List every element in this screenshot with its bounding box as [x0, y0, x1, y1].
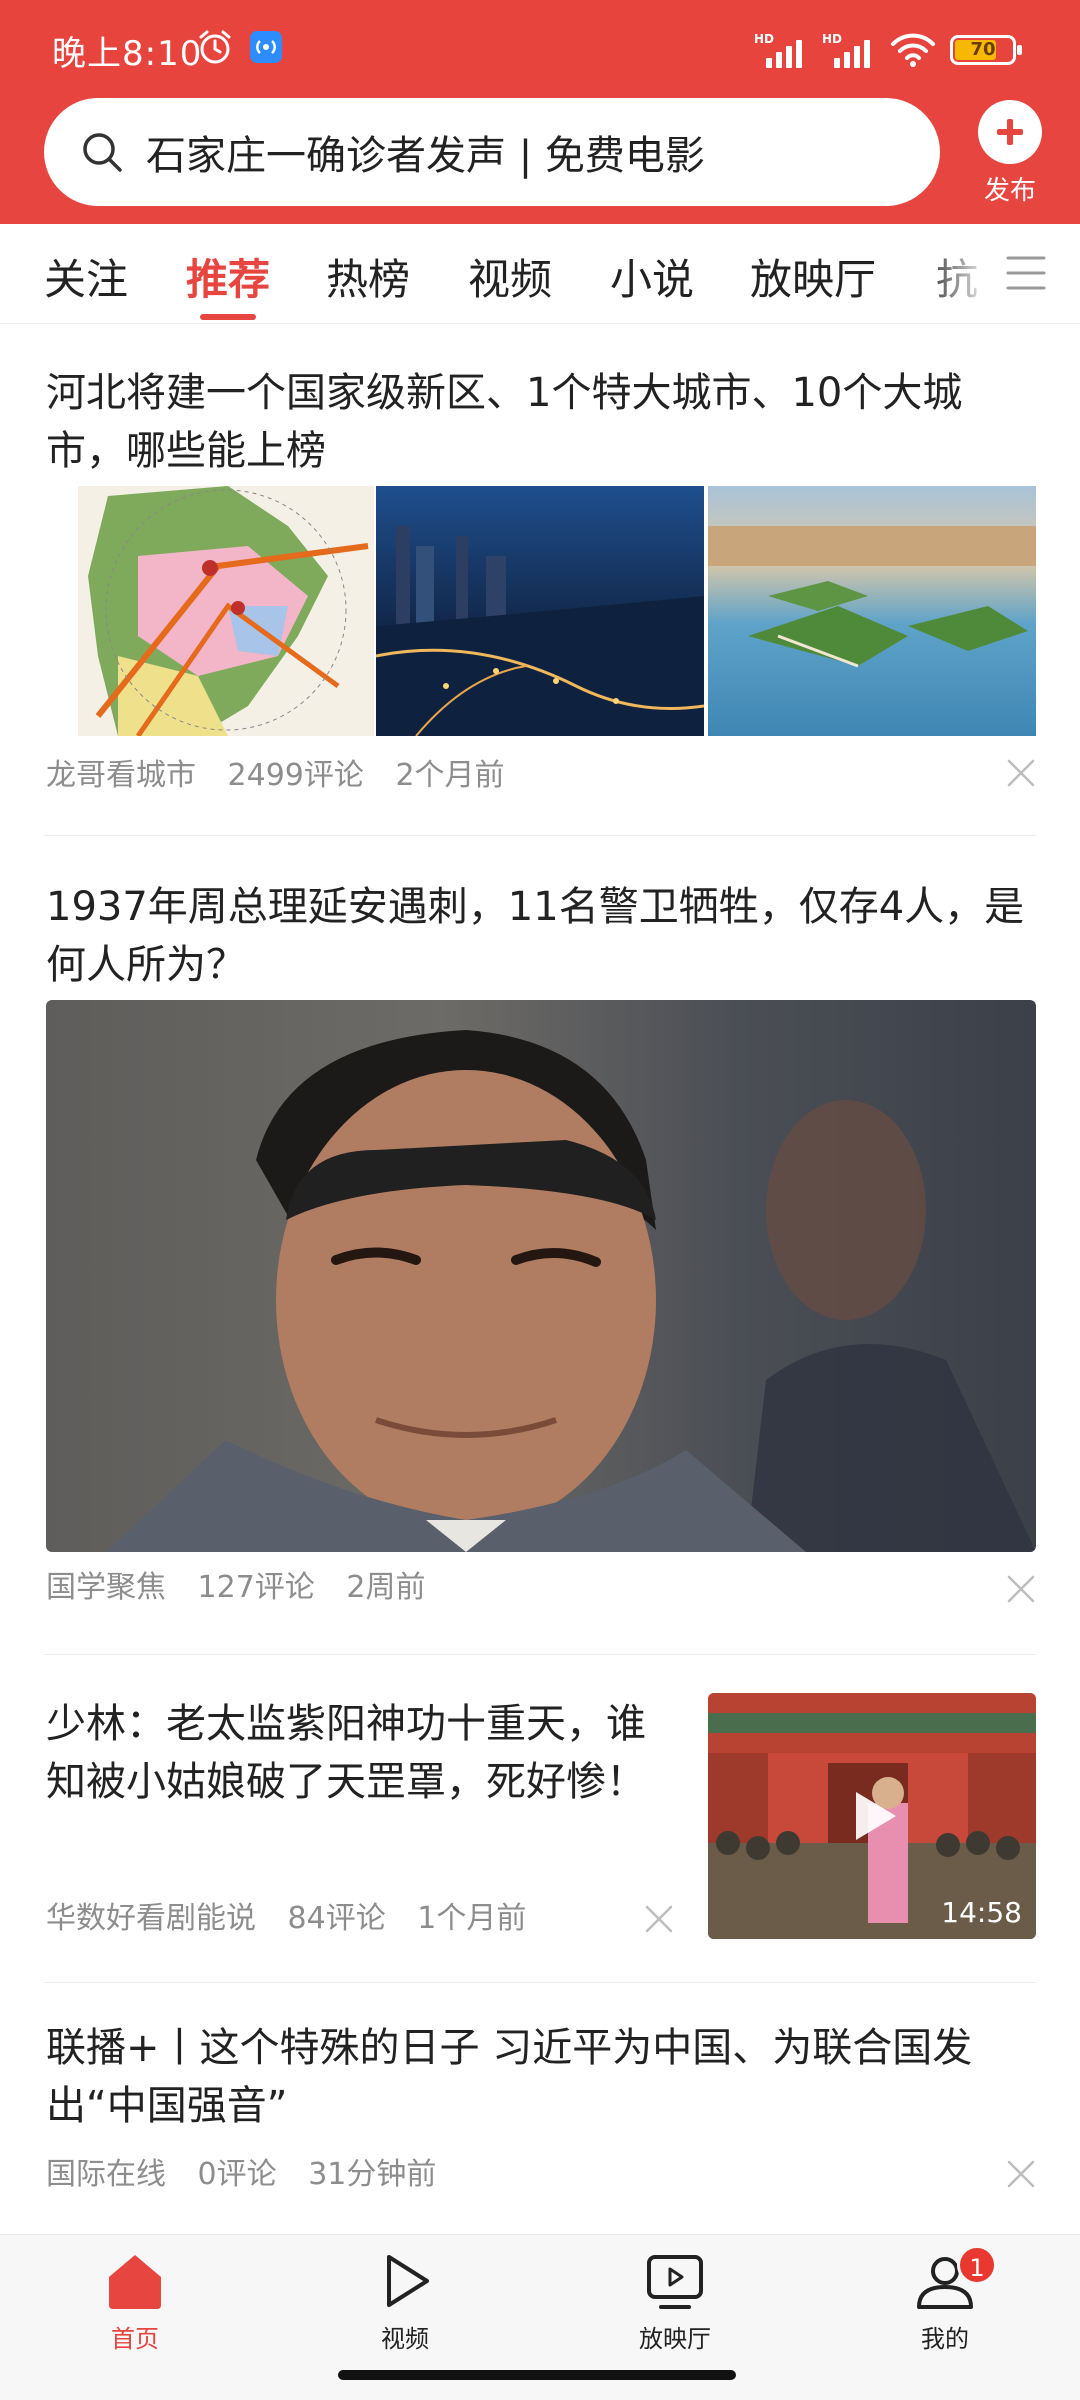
plus-icon: [978, 100, 1042, 164]
tab-video[interactable]: 视频: [468, 246, 552, 307]
article-card[interactable]: 联播+丨这个特殊的日子 习近平为中国、为联合国发出“中国强音” 国际在线 0评论…: [0, 1983, 1080, 2233]
dismiss-icon[interactable]: [1006, 1574, 1036, 1604]
nav-theater[interactable]: 放映厅: [615, 2249, 735, 2354]
article-source[interactable]: 龙哥看城市: [46, 758, 196, 793]
tab-novel[interactable]: 小说: [610, 246, 694, 307]
publish-button[interactable]: 发布: [970, 100, 1050, 208]
tabs-fade: [920, 224, 1080, 322]
signal-icon: HD: [754, 32, 808, 68]
nav-video[interactable]: 视频: [345, 2249, 465, 2354]
nav-home[interactable]: 首页: [75, 2249, 195, 2354]
article-source[interactable]: 国际在线: [46, 2157, 166, 2192]
article-meta: 华数好看剧能说 84评论 1个月前: [46, 1893, 548, 1937]
article-source[interactable]: 华数好看剧能说: [46, 1901, 256, 1936]
dismiss-icon[interactable]: [1006, 758, 1036, 788]
lake-island-image[interactable]: [708, 486, 1036, 736]
play-icon[interactable]: [842, 1786, 902, 1846]
city-night-image[interactable]: [376, 486, 704, 736]
search-icon: [83, 133, 122, 172]
article-card[interactable]: 河北将建一个国家级新区、1个特大城市、10个大城市，哪些能上榜 龙哥看城市 24…: [0, 324, 1080, 836]
notification-badge: 1: [957, 2245, 997, 2285]
battery-level: 70: [970, 39, 996, 60]
article-meta: 国际在线 0评论 31分钟前: [46, 2149, 458, 2193]
tab-hot-list[interactable]: 热榜: [326, 246, 410, 307]
nav-profile[interactable]: 1 我的: [885, 2245, 1005, 2354]
theater-icon: [647, 2255, 703, 2309]
article-time: 31分钟前: [308, 2157, 437, 2192]
dismiss-icon[interactable]: [644, 1904, 674, 1934]
publish-label: 发布: [983, 176, 1036, 206]
article-title[interactable]: 河北将建一个国家级新区、1个特大城市、10个大城市，哪些能上榜: [46, 364, 1034, 480]
article-card[interactable]: 1937年周总理延安遇刺，11名警卫牺牲，仅存4人，是何人所为？ 国学聚焦 12…: [0, 836, 1080, 1654]
alarm-icon: [199, 30, 231, 64]
article-time: 2个月前: [395, 758, 505, 793]
tab-recommend[interactable]: 推荐: [186, 246, 270, 307]
nav-home-label: 首页: [111, 2325, 159, 2353]
app-header: 晚上8:10 HD HD 70 石家庄一确诊者发声 | 免费电影 发布: [0, 0, 1080, 224]
channel-tabs: 关注 推荐 热榜 视频 小说 放映厅 抗: [0, 224, 1080, 324]
signal-icon-2: HD: [822, 32, 876, 68]
dismiss-icon[interactable]: [1006, 2159, 1036, 2189]
article-comments: 0评论: [197, 2157, 277, 2192]
video-thumbnail[interactable]: 14:58: [708, 1693, 1036, 1939]
search-query: 石家庄一确诊者发声 | 免费电影: [146, 133, 705, 179]
tab-theater[interactable]: 放映厅: [750, 246, 876, 307]
wifi-icon: [891, 33, 935, 67]
video-play-icon: [387, 2255, 429, 2307]
home-indicator[interactable]: [338, 2370, 736, 2380]
status-icons: HD HD 70: [754, 30, 1022, 70]
home-icon: [109, 2255, 161, 2309]
network-app-icon: [250, 31, 282, 63]
status-bar: 晚上8:10 HD HD 70: [0, 0, 1080, 96]
article-comments: 127评论: [197, 1570, 315, 1605]
article-title[interactable]: 少林：老太监紫阳神功十重天，谁知被小姑娘破了天罡罩，死好惨！: [46, 1695, 666, 1811]
channel-menu-icon[interactable]: [1006, 254, 1046, 292]
tab-follow[interactable]: 关注: [44, 246, 128, 307]
video-duration: 14:58: [941, 1896, 1022, 1929]
portrait-photo-image[interactable]: [46, 1000, 1036, 1552]
battery-icon: 70: [950, 35, 1022, 65]
article-time: 2周前: [346, 1570, 426, 1605]
nav-profile-label: 我的: [921, 2325, 969, 2353]
article-meta: 龙哥看城市 2499评论 2个月前: [46, 750, 527, 794]
article-source[interactable]: 国学聚焦: [46, 1570, 166, 1605]
nav-theater-label: 放映厅: [639, 2325, 711, 2353]
status-time: 晚上8:10: [52, 34, 203, 74]
article-comments: 84评论: [287, 1901, 386, 1936]
region-map-image[interactable]: [78, 486, 374, 736]
video-article-card[interactable]: 少林：老太监紫阳神功十重天，谁知被小姑娘破了天罡罩，死好惨！ 华数好看剧能说 8…: [0, 1655, 1080, 1983]
article-title[interactable]: 联播+丨这个特殊的日子 习近平为中国、为联合国发出“中国强音”: [46, 2019, 1034, 2135]
search-bar[interactable]: 石家庄一确诊者发声 | 免费电影: [44, 98, 940, 206]
article-comments: 2499评论: [227, 758, 364, 793]
article-time: 1个月前: [417, 1901, 527, 1936]
article-title[interactable]: 1937年周总理延安遇刺，11名警卫牺牲，仅存4人，是何人所为？: [46, 878, 1034, 994]
nav-video-label: 视频: [381, 2325, 429, 2353]
active-tab-indicator: [200, 314, 256, 320]
article-meta: 国学聚焦 127评论 2周前: [46, 1562, 447, 1606]
